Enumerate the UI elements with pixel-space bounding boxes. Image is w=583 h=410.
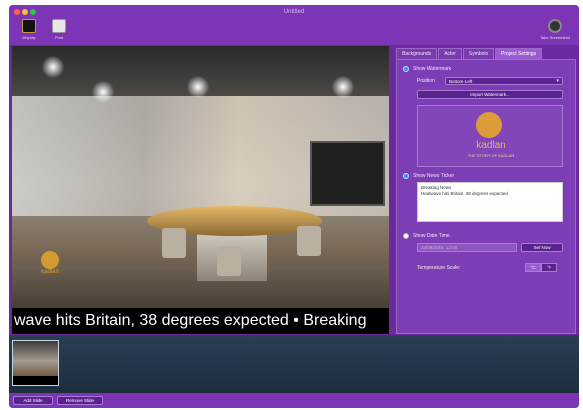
cat-logo-icon: [476, 112, 502, 138]
tab-project-settings[interactable]: Project Settings: [495, 48, 543, 59]
bottom-bar: Add Slide Remove Slide: [9, 393, 579, 408]
show-watermark-checkbox[interactable]: [403, 66, 409, 72]
remove-slide-button[interactable]: Remove Slide: [57, 396, 103, 405]
celsius-toggle[interactable]: °C: [525, 263, 541, 272]
screenshot-label: Take Screenshot: [540, 35, 570, 40]
studio-monitor: [310, 141, 385, 206]
settings-tabs: Backgrounds Actor Symbols Project Settin…: [396, 48, 576, 59]
position-value: Bottom-Left: [449, 79, 473, 84]
display-label: Display: [22, 35, 36, 40]
studio-light: [92, 81, 114, 103]
watermark-preview: kadlan THE STORY OF KADLAN: [417, 105, 563, 167]
camera-icon: [548, 19, 562, 33]
tab-actor[interactable]: Actor: [438, 48, 462, 59]
studio-light: [332, 76, 354, 98]
fahrenheit-toggle[interactable]: °F: [541, 263, 557, 272]
studio-chair: [162, 228, 186, 258]
window-title: Untitled: [283, 9, 305, 15]
studio-preview: kadlan wave hits Britain, 38 degrees exp…: [12, 46, 389, 334]
show-news-ticker-label: Show News Ticker: [413, 173, 455, 179]
ticker-text-area[interactable]: Breaking News Heatwave hits Britain, 38 …: [417, 182, 563, 222]
show-date-time-label: Show Date Time: [413, 233, 450, 239]
studio-chair: [217, 246, 241, 276]
watermark-name: kadlan: [476, 140, 506, 151]
chevron-down-icon: ▾: [556, 78, 559, 84]
show-news-ticker-checkbox[interactable]: [403, 173, 409, 179]
slide-filmstrip: [9, 335, 579, 393]
position-label: Position: [417, 78, 435, 84]
cat-logo-icon: [41, 251, 59, 269]
ticker-line: Heatwave hits Britain, 38 degrees expect…: [421, 191, 508, 196]
screenshot-toolbar-button[interactable]: Take Screenshot: [535, 19, 575, 43]
watermark-text: kadlan: [41, 269, 59, 275]
temperature-scale-label: Temperature Scale:: [417, 265, 461, 271]
print-toolbar-button[interactable]: Print: [45, 19, 73, 43]
filmstrip-background: [9, 335, 579, 393]
display-icon: [22, 19, 36, 33]
studio-chair: [297, 226, 321, 256]
project-settings-panel: Show Watermark Position Bottom-Left ▾ Im…: [396, 59, 576, 334]
import-watermark-button[interactable]: Import Watermark...: [417, 90, 563, 99]
tab-backgrounds[interactable]: Backgrounds: [396, 48, 438, 59]
set-now-button[interactable]: Set Now: [521, 243, 563, 252]
title-bar: Untitled Display Print Take Screenshot: [9, 5, 579, 45]
print-label: Print: [54, 35, 64, 40]
slide-thumbnail[interactable]: [12, 340, 59, 386]
tab-symbols[interactable]: Symbols: [462, 48, 495, 59]
add-slide-button[interactable]: Add Slide: [13, 396, 53, 405]
show-date-time-checkbox[interactable]: [403, 233, 409, 239]
watermark-tagline: THE STORY OF KADLAN: [467, 153, 515, 158]
studio-light: [187, 76, 209, 98]
news-ticker: wave hits Britain, 38 degrees expected •…: [12, 308, 389, 334]
position-select[interactable]: Bottom-Left ▾: [445, 77, 563, 85]
studio-light: [42, 56, 64, 78]
display-toolbar-button[interactable]: Display: [15, 19, 43, 43]
date-time-field[interactable]: 24/06/2016, 12:00: [417, 243, 517, 252]
printer-icon: [52, 19, 66, 33]
show-watermark-label: Show Watermark: [413, 66, 452, 72]
app-window: Untitled Display Print Take Screenshot k…: [9, 5, 579, 408]
watermark-logo: kadlan: [32, 251, 68, 281]
